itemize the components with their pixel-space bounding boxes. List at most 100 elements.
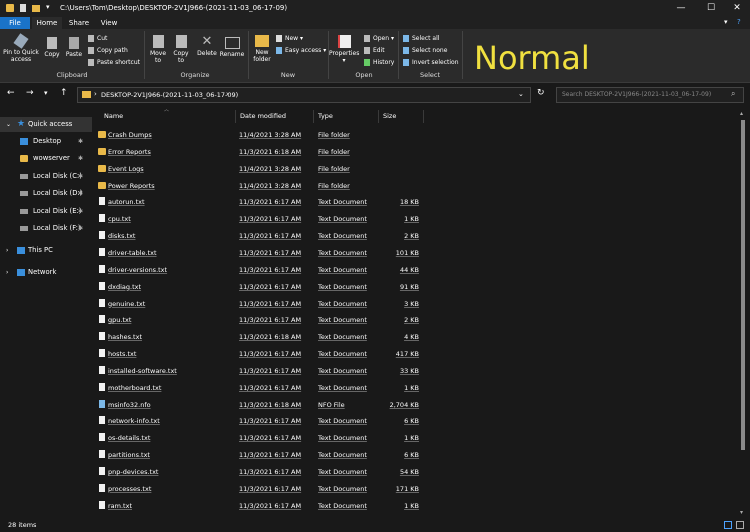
sidebar-item-wowserver[interactable]: wowserver ✱ — [0, 151, 92, 166]
table-row[interactable]: hosts.txt 11/3/2021 6:17 AM Text Document 4… — [92, 346, 732, 363]
new-folder-button[interactable]: New folder — [250, 35, 274, 63]
pc-icon — [17, 247, 25, 254]
scroll-up-icon[interactable]: ▴ — [740, 110, 743, 117]
sidebar-item-local-disk-f[interactable]: Local Disk (F:) ✱ — [0, 221, 92, 236]
table-row[interactable]: partitions.txt 11/3/2021 6:17 AM Text Docu… — [92, 447, 732, 464]
table-row[interactable]: Power Reports 11/4/2021 3:28 AM File folde… — [92, 178, 732, 195]
sidebar-item-quick-access[interactable]: ⌄ ★ Quick access — [0, 117, 92, 132]
table-row[interactable]: Event Logs 11/4/2021 3:28 AM File folder — [92, 161, 732, 178]
organize-group-label: Organize — [180, 71, 210, 79]
vertical-scrollbar[interactable]: ▴ ▾ — [738, 110, 748, 518]
select-all-button[interactable]: Select all — [403, 35, 439, 42]
column-header-date[interactable]: Date modified — [236, 110, 314, 123]
search-input[interactable]: Search DESKTOP-2V1J966-(2021-11-03_06-17… — [556, 87, 744, 103]
help-icon[interactable]: ? — [737, 18, 741, 26]
expand-chevron-icon[interactable]: › — [6, 243, 8, 258]
item-count: 28 items — [8, 521, 37, 529]
pin-quick-access-button[interactable]: Pin to Quick access — [2, 33, 40, 63]
tab-view[interactable]: View — [96, 17, 122, 29]
search-icon[interactable]: ⌕ — [731, 89, 735, 99]
paste-shortcut-button[interactable]: Paste shortcut — [88, 59, 140, 66]
expand-chevron-icon[interactable]: ⌄ — [6, 117, 11, 132]
address-dropdown-icon[interactable]: ⌄ — [518, 90, 524, 98]
scrollbar-thumb[interactable] — [741, 120, 745, 450]
tab-file[interactable]: File — [0, 17, 30, 29]
table-row[interactable]: dxdiag.txt 11/3/2021 6:17 AM Text Document… — [92, 279, 732, 296]
rename-button[interactable]: Rename — [219, 35, 245, 58]
up-icon[interactable]: ↑ — [60, 88, 68, 98]
tab-share[interactable]: Share — [64, 17, 94, 29]
history-button[interactable]: History — [364, 59, 394, 66]
table-row[interactable]: disks.txt 11/3/2021 6:17 AM Text Document 2… — [92, 228, 732, 245]
table-row[interactable]: pnp-devices.txt 11/3/2021 6:17 AM Text Doc… — [92, 464, 732, 481]
easy-access-button[interactable]: Easy access ▾ — [276, 47, 326, 54]
table-row[interactable]: msinfo32.nfo 11/3/2021 6:18 AM NFO File 2,7… — [92, 397, 732, 414]
sidebar-item-this-pc[interactable]: › This PC — [0, 243, 92, 258]
column-header-type[interactable]: Type — [314, 110, 379, 123]
drive-icon — [20, 191, 28, 196]
app-icon[interactable] — [6, 4, 14, 12]
minimize-button[interactable]: — — [666, 0, 696, 17]
table-row[interactable]: Error Reports 11/3/2021 6:18 AM File folde… — [92, 144, 732, 161]
table-row[interactable]: ram.txt 11/3/2021 6:17 AM Text Document 1 K… — [92, 498, 732, 515]
window-title: C:\Users\Tom\Desktop\DESKTOP-2V1J966-(20… — [60, 4, 288, 12]
recent-locations-icon[interactable]: ▾ — [44, 89, 48, 97]
table-row[interactable]: cpu.txt 11/3/2021 6:17 AM Text Document 1 K… — [92, 211, 732, 228]
folder-icon — [98, 181, 106, 189]
desktop-icon — [20, 138, 28, 145]
open-icon — [364, 35, 370, 42]
details-view-icon[interactable] — [724, 521, 732, 529]
breadcrumb[interactable]: DESKTOP-2V1J966-(2021-11-03_06-17-09) — [101, 91, 238, 99]
delete-button[interactable]: ✕ Delete — [195, 35, 219, 57]
quick-folder-icon[interactable] — [32, 5, 40, 12]
file-type: Text Document — [318, 366, 367, 375]
refresh-icon[interactable]: ↻ — [537, 88, 545, 98]
table-row[interactable]: autorun.txt 11/3/2021 6:17 AM Text Documen… — [92, 194, 732, 211]
cut-button[interactable]: Cut — [88, 35, 107, 42]
close-button[interactable]: ✕ — [722, 0, 750, 17]
invert-selection-button[interactable]: Invert selection — [403, 59, 459, 66]
table-row[interactable]: genuine.txt 11/3/2021 6:17 AM Text Documen… — [92, 296, 732, 313]
scroll-down-icon[interactable]: ▾ — [740, 509, 743, 516]
new-item-button[interactable]: New ▾ — [276, 35, 303, 42]
expand-chevron-icon[interactable]: › — [6, 265, 8, 280]
table-row[interactable]: processes.txt 11/3/2021 6:17 AM Text Docum… — [92, 481, 732, 498]
copy-button[interactable]: Copy — [41, 37, 63, 58]
table-row[interactable]: driver-versions.txt 11/3/2021 6:17 AM Text… — [92, 262, 732, 279]
table-row[interactable]: installed-software.txt 11/3/2021 6:17 AM T… — [92, 363, 732, 380]
large-icons-view-icon[interactable] — [736, 521, 744, 529]
column-header-size[interactable]: Size — [379, 110, 424, 123]
sidebar-item-local-disk-c[interactable]: Local Disk (C:) ✱ — [0, 169, 92, 184]
properties-button[interactable]: Properties ▾ — [329, 35, 359, 64]
table-row[interactable]: Crash Dumps 11/4/2021 3:28 AM File folder — [92, 127, 732, 144]
sidebar-item-local-disk-e[interactable]: Local Disk (E:) ✱ — [0, 204, 92, 219]
customize-toolbar-icon[interactable]: ▾ — [46, 3, 50, 11]
table-row[interactable]: os-details.txt 11/3/2021 6:17 AM Text Docu… — [92, 430, 732, 447]
table-row[interactable]: driver-table.txt 11/3/2021 6:17 AM Text Do… — [92, 245, 732, 262]
sidebar-item-desktop[interactable]: Desktop ✱ — [0, 134, 92, 149]
copy-path-button[interactable]: Copy path — [88, 47, 128, 54]
tab-home[interactable]: Home — [32, 17, 62, 29]
forward-icon[interactable]: → — [26, 88, 34, 98]
paste-button[interactable]: Paste — [63, 37, 85, 58]
table-row[interactable]: network-info.txt 11/3/2021 6:17 AM Text Do… — [92, 413, 732, 430]
sidebar-item-network[interactable]: › Network — [0, 265, 92, 280]
collapse-ribbon-icon[interactable]: ▾ — [724, 18, 728, 26]
sidebar-item-local-disk-d[interactable]: Local Disk (D:) ✱ — [0, 186, 92, 201]
edit-button[interactable]: Edit — [364, 47, 385, 54]
folder-icon — [98, 147, 106, 155]
file-name: Error Reports — [108, 147, 151, 156]
select-none-button[interactable]: Select none — [403, 47, 447, 54]
move-to-button[interactable]: Move to — [147, 35, 169, 64]
quick-save-icon[interactable] — [20, 4, 26, 12]
folder-icon — [82, 91, 91, 98]
table-row[interactable]: hashes.txt 11/3/2021 6:18 AM Text Document… — [92, 329, 732, 346]
pin-icon: ✱ — [78, 208, 84, 215]
open-button[interactable]: Open ▾ — [364, 35, 394, 42]
back-icon[interactable]: ← — [7, 88, 15, 98]
copy-to-button[interactable]: Copy to — [170, 35, 192, 64]
breadcrumb-separator-icon: › — [226, 90, 229, 98]
table-row[interactable]: motherboard.txt 11/3/2021 6:17 AM Text Doc… — [92, 380, 732, 397]
table-row[interactable]: gpu.txt 11/3/2021 6:17 AM Text Document 2 K… — [92, 312, 732, 329]
address-bar[interactable]: › DESKTOP-2V1J966-(2021-11-03_06-17-09) … — [77, 87, 531, 103]
